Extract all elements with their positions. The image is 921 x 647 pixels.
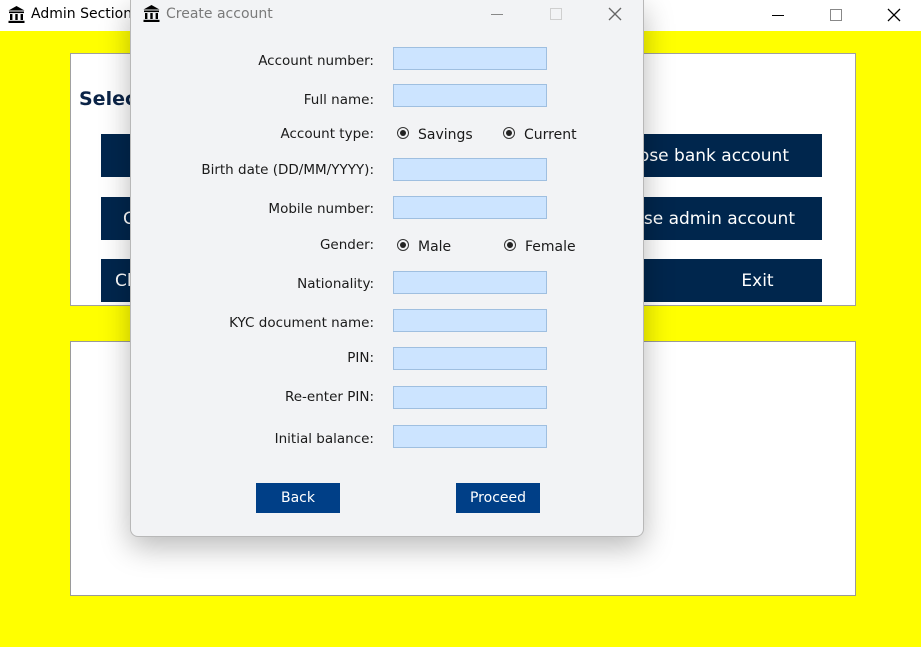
full-name-label: Full name: [303, 92, 374, 108]
account-number-label: Account number: [258, 53, 374, 69]
proceed-button[interactable]: Proceed [456, 483, 540, 513]
pin-input[interactable] [393, 347, 547, 370]
savings-radio[interactable] [397, 127, 409, 139]
female-radio-label[interactable]: Female [525, 239, 576, 255]
full-name-input[interactable] [393, 84, 547, 107]
window-title: Admin Section [31, 6, 133, 22]
account-number-input[interactable] [393, 47, 547, 70]
minimize-icon[interactable] [755, 0, 801, 31]
kyc-document-input[interactable] [393, 309, 547, 332]
male-radio[interactable] [397, 239, 409, 251]
close-icon[interactable] [592, 0, 638, 31]
bank-icon [143, 5, 160, 22]
initial-balance-input[interactable] [393, 425, 547, 448]
current-radio-label[interactable]: Current [524, 127, 577, 143]
maximize-icon [550, 8, 562, 20]
kyc-document-label: KYC document name: [229, 315, 374, 331]
account-type-label: Account type: [280, 126, 374, 142]
mobile-number-label: Mobile number: [268, 201, 374, 217]
create-account-dialog: Create account Account number: Full name… [130, 0, 644, 537]
birth-date-input[interactable] [393, 158, 547, 181]
bank-icon [8, 6, 25, 23]
dialog-title: Create account [166, 6, 273, 22]
reenter-pin-label: Re-enter PIN: [284, 389, 374, 405]
birth-date-label: Birth date (DD/MM/YYYY): [201, 162, 374, 178]
male-radio-label[interactable]: Male [418, 239, 451, 255]
reenter-pin-input[interactable] [393, 386, 547, 409]
initial-balance-label: Initial balance: [274, 431, 374, 447]
nationality-input[interactable] [393, 271, 547, 294]
nationality-label: Nationality: [297, 276, 374, 292]
maximize-icon[interactable] [813, 0, 859, 31]
mobile-number-input[interactable] [393, 196, 547, 219]
pin-label: PIN: [347, 350, 374, 366]
current-radio[interactable] [503, 127, 515, 139]
back-button[interactable]: Back [256, 483, 340, 513]
savings-radio-label[interactable]: Savings [418, 127, 473, 143]
gender-label: Gender: [319, 237, 374, 253]
minimize-icon[interactable] [474, 0, 520, 31]
close-icon[interactable] [871, 0, 917, 31]
female-radio[interactable] [504, 239, 516, 251]
